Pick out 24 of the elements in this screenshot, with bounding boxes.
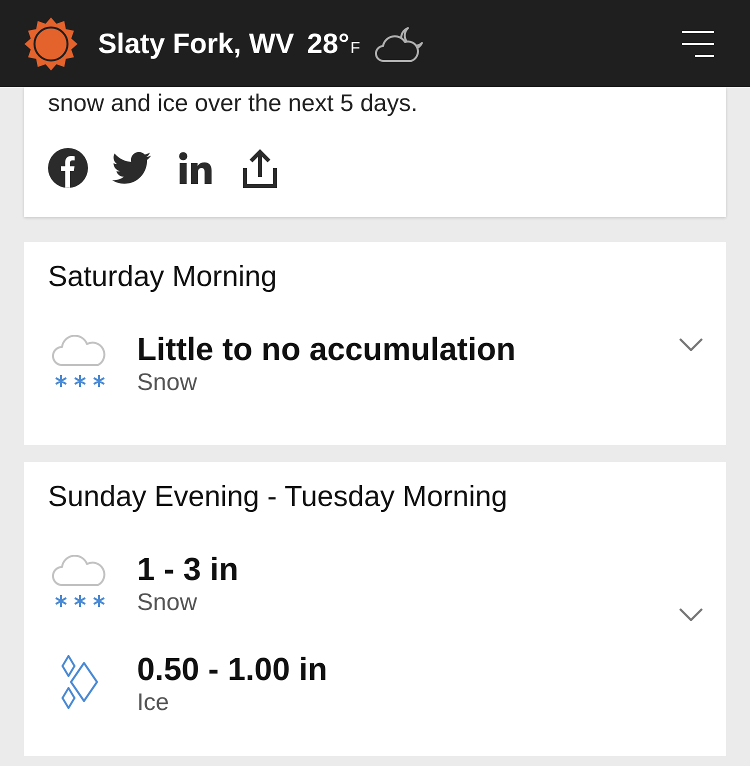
accumulation-text: 0.50 - 1.00 in xyxy=(137,650,328,688)
location-title: Slaty Fork, WV xyxy=(98,30,294,58)
ice-icon xyxy=(61,655,99,709)
share-icon[interactable] xyxy=(243,148,277,188)
twitter-icon[interactable] xyxy=(112,152,151,184)
summary-text: snow and ice over the next 5 days. xyxy=(48,89,419,119)
temperature-text: 28° xyxy=(307,30,350,58)
precipitation-label: Ice xyxy=(137,688,170,718)
precipitation-label: Snow xyxy=(137,588,198,618)
precipitation-label: Snow xyxy=(137,368,198,398)
period-title: Saturday Morning xyxy=(48,260,278,294)
temperature-unit: F xyxy=(350,40,360,56)
cloud-moon-icon xyxy=(374,24,424,62)
chevron-down-icon[interactable] xyxy=(679,608,703,620)
facebook-icon[interactable] xyxy=(48,148,88,188)
accumulation-text: Little to no accumulation xyxy=(137,330,516,368)
chevron-down-icon[interactable] xyxy=(679,338,703,350)
menu-icon[interactable] xyxy=(682,30,714,56)
accumulation-text: 1 - 3 in xyxy=(137,550,238,588)
period-title: Sunday Evening - Tuesday Morning xyxy=(48,480,508,514)
snow-icon xyxy=(52,335,108,388)
snow-icon xyxy=(52,555,108,608)
sun-icon xyxy=(24,16,78,70)
linkedin-icon[interactable] xyxy=(179,152,212,184)
